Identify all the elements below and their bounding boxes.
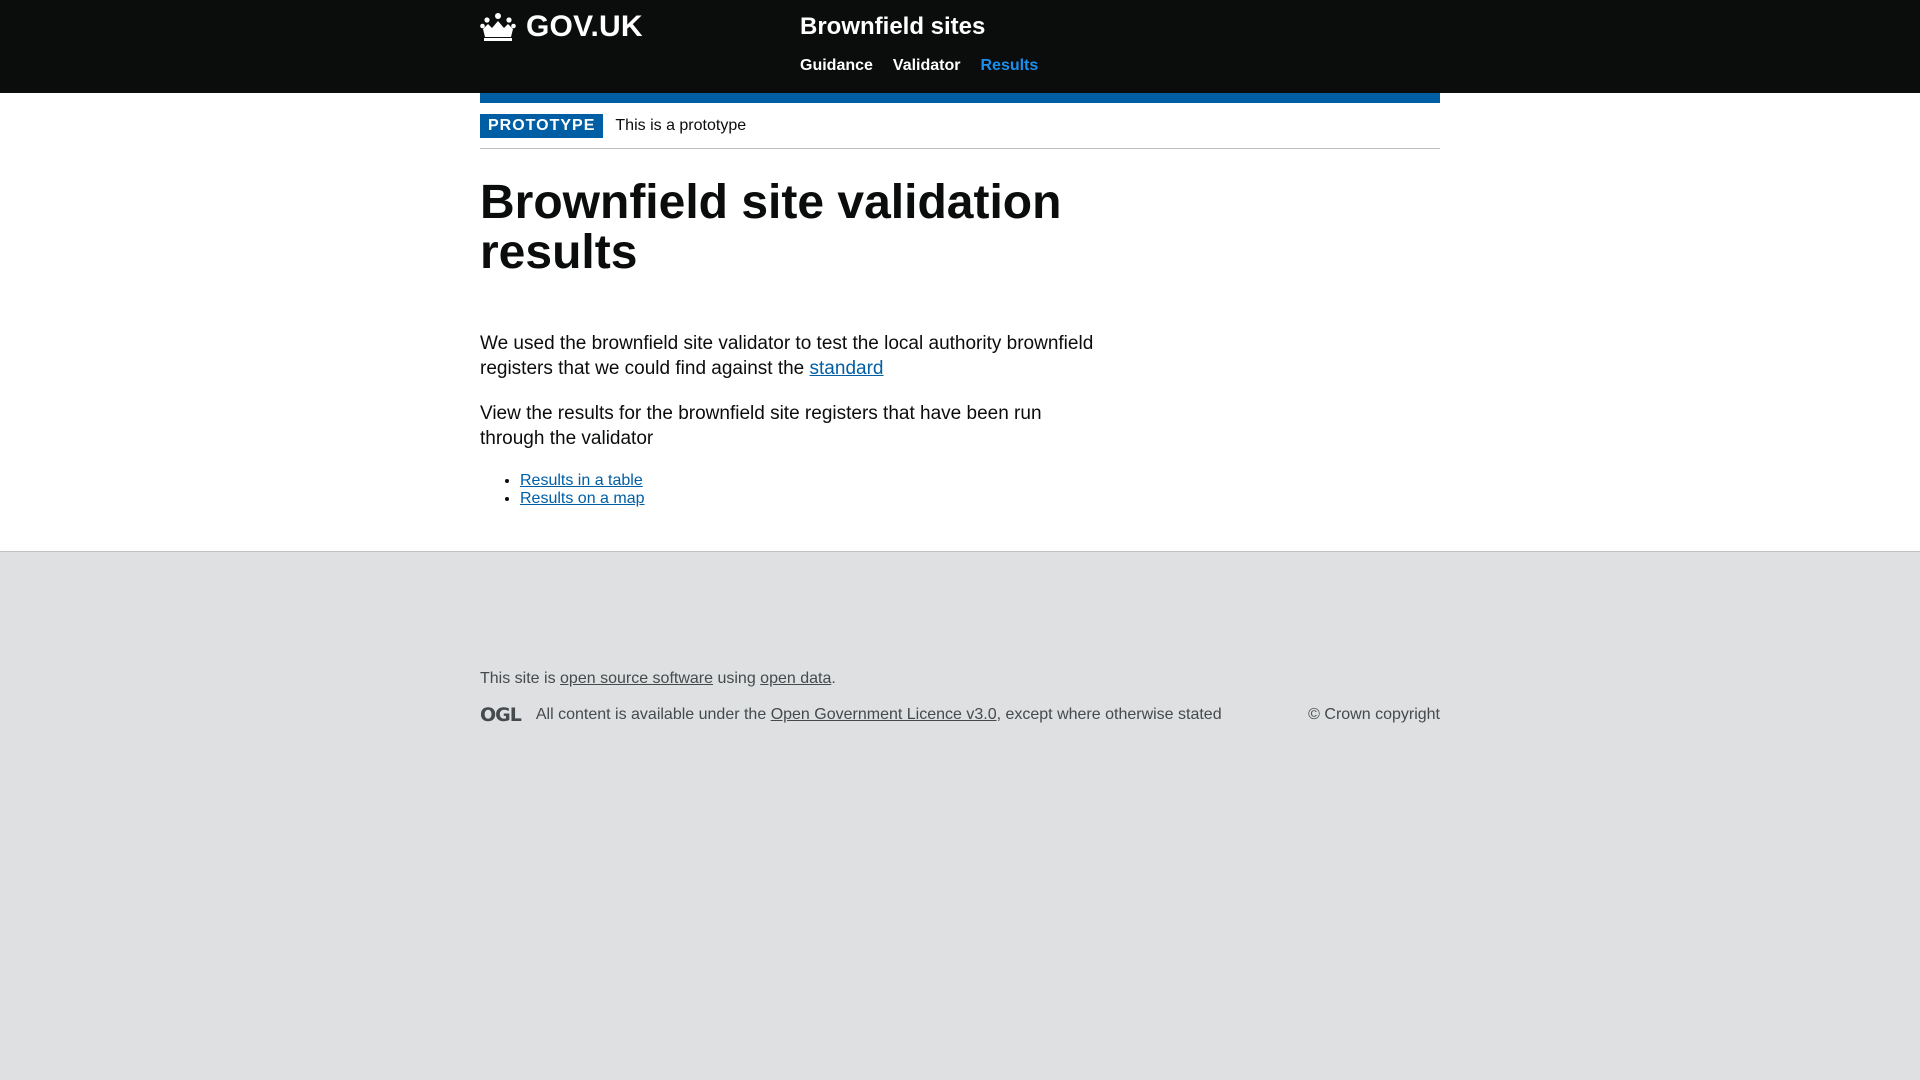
logo-text: GOV.UK	[526, 10, 643, 43]
list-item: Results in a table	[520, 472, 1440, 490]
standard-link[interactable]: standard	[810, 358, 884, 379]
results-map-link[interactable]: Results on a map	[520, 490, 645, 507]
service-name[interactable]: Brownfield sites	[800, 13, 985, 41]
footer-source-prefix: This site is	[480, 670, 556, 687]
intro-text: We used the brownfield site validator to…	[480, 333, 1094, 379]
page-title: Brownfield site validation results	[480, 176, 1062, 279]
intro-paragraph: We used the brownfield site validator to…	[480, 331, 1110, 381]
open-data-link[interactable]: open data	[760, 670, 831, 687]
header-blue-bar	[480, 93, 1440, 103]
phase-text: This is a prototype	[615, 116, 747, 134]
licence-prefix: All content is available under the	[535, 706, 767, 723]
ogl-licence-link[interactable]: Open Government Licence v3.0	[771, 706, 997, 723]
footer-source-suffix: .	[831, 670, 836, 687]
nav-results[interactable]: Results	[980, 57, 1038, 75]
site-header: GOV.UK Brownfield sites Guidance Validat…	[0, 0, 1920, 93]
footer-source-middle: using	[717, 670, 756, 687]
crown-copyright-link[interactable]: © Crown copyright	[1308, 706, 1440, 724]
ogl-logo-icon: OGL	[480, 704, 522, 726]
nav-validator[interactable]: Validator	[893, 57, 961, 75]
nav-guidance[interactable]: Guidance	[800, 57, 873, 75]
header-nav: Guidance Validator Results	[800, 57, 1038, 75]
view-paragraph: View the results for the brownfield site…	[480, 403, 1042, 449]
footer-source-text: This site is open source software using …	[480, 670, 1440, 688]
list-item: Results on a map	[520, 490, 1440, 508]
phase-tag: PROTOTYPE	[480, 113, 604, 138]
licence-suffix: , except where otherwise stated	[996, 706, 1222, 723]
phase-banner: PROTOTYPE This is a prototype	[480, 103, 1440, 149]
footer-licence-row: OGL All content is available under the O…	[480, 704, 1440, 726]
crown-icon	[480, 13, 516, 41]
licence-text: All content is available under the Open …	[536, 706, 1222, 724]
govuk-logo-link[interactable]: GOV.UK	[480, 10, 643, 44]
results-table-link[interactable]: Results in a table	[520, 472, 643, 489]
site-footer: This site is open source software using …	[0, 552, 1920, 726]
results-links: Results in a table Results on a map	[480, 472, 1440, 508]
open-source-link[interactable]: open source software	[560, 670, 713, 687]
main-area: PROTOTYPE This is a prototype Brownfield…	[0, 93, 1920, 552]
